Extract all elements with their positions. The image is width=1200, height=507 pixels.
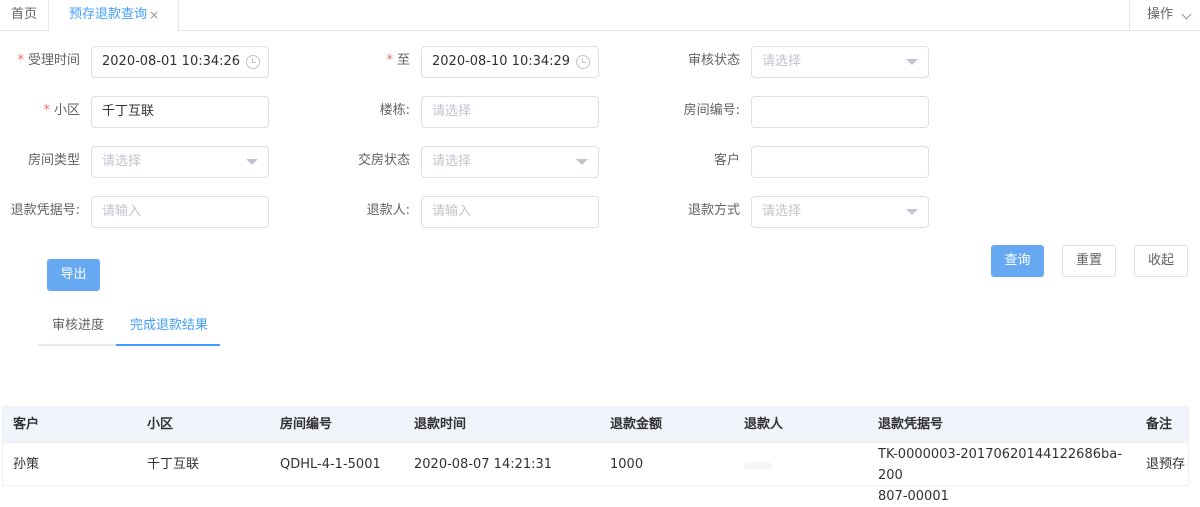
cell-refund-amount: 1000	[610, 457, 644, 472]
header-customer: 客户	[13, 417, 40, 432]
table-header: 客户 小区 房间编号 退款时间 退款金额 退款人 退款凭据号 备注	[3, 407, 1188, 443]
operations-label: 操作	[1147, 7, 1174, 22]
caret-down-icon	[906, 209, 918, 215]
refund-method-select[interactable]: 请选择	[751, 196, 929, 228]
tab-audit-progress[interactable]: 审核进度	[52, 311, 104, 344]
caret-down-icon	[906, 59, 918, 65]
tab-refund-result[interactable]: 完成退款结果	[116, 311, 220, 346]
close-icon[interactable]: ×	[149, 0, 159, 30]
community-label: * 小区	[43, 103, 80, 118]
voucher-no-label: 退款凭据号:	[10, 203, 80, 218]
reset-button[interactable]: 重置	[1062, 245, 1116, 277]
header-refunder: 退款人	[744, 417, 784, 432]
cell-remark: 退预存	[1146, 457, 1186, 472]
refunder-label: 退款人:	[366, 203, 410, 218]
refund-method-label: 退款方式	[687, 203, 740, 218]
to-label: * 至	[386, 53, 410, 68]
handover-status-select[interactable]: 请选择	[421, 146, 599, 178]
collapse-button[interactable]: 收起	[1134, 245, 1188, 277]
room-type-label: 房间类型	[27, 153, 80, 168]
building-input[interactable]: 请选择	[421, 96, 599, 128]
cell-community: 千丁互联	[147, 457, 200, 472]
header-room-no: 房间编号	[280, 417, 333, 432]
handover-status-label: 交房状态	[357, 153, 410, 168]
tab-home[interactable]: 首页	[0, 0, 49, 31]
tab-bar: 首页 预存退款查询 × 操作	[0, 0, 1200, 32]
clock-icon	[576, 55, 590, 69]
header-refund-time: 退款时间	[414, 417, 467, 432]
accept-time-start-input[interactable]: 2020-08-01 10:34:26	[91, 46, 269, 78]
tab-prepaid-refund-query[interactable]: 预存退款查询 ×	[49, 0, 179, 32]
export-button[interactable]: 导出	[47, 259, 100, 291]
refunder-input[interactable]: 请输入	[421, 196, 599, 228]
room-no-input[interactable]	[751, 96, 929, 128]
voucher-no-input[interactable]: 请输入	[91, 196, 269, 228]
header-voucher-no: 退款凭据号	[878, 417, 944, 432]
audit-status-label: 审核状态	[687, 53, 740, 68]
header-remark: 备注	[1146, 417, 1173, 432]
chevron-down-icon	[1181, 9, 1192, 20]
cell-refund-time: 2020-08-07 14:21:31	[414, 457, 553, 472]
room-type-select[interactable]: 请选择	[91, 146, 269, 178]
accept-time-end-input[interactable]: 2020-08-10 10:34:29	[421, 46, 599, 78]
result-tabs: 审核进度 完成退款结果	[38, 311, 220, 346]
building-label: 楼栋:	[379, 103, 410, 118]
refund-table: 客户 小区 房间编号 退款时间 退款金额 退款人 退款凭据号 备注 孙策 千丁互…	[2, 406, 1189, 504]
operations-menu[interactable]: 操作	[1129, 0, 1200, 31]
customer-input[interactable]	[751, 146, 929, 178]
query-button[interactable]: 查询	[991, 245, 1044, 277]
accept-time-label: * 受理时间	[17, 53, 80, 68]
caret-down-icon	[246, 159, 258, 165]
caret-down-icon	[576, 159, 588, 165]
community-input[interactable]: 千丁互联	[91, 96, 269, 128]
tab-label: 预存退款查询	[69, 7, 148, 22]
room-no-label: 房间编号:	[683, 103, 740, 118]
cell-voucher-no: TK-0000003-20170620144122686ba-200 807-0…	[878, 447, 1122, 504]
clock-icon	[246, 55, 260, 69]
header-refund-amount: 退款金额	[610, 417, 663, 432]
header-community: 小区	[147, 417, 174, 432]
customer-label: 客户	[713, 153, 740, 168]
cell-room-no: QDHL-4-1-5001	[280, 457, 381, 472]
redacted-refunder	[744, 462, 772, 470]
table-row[interactable]: 孙策 千丁互联 QDHL-4-1-5001 2020-08-07 14:21:3…	[3, 444, 1188, 504]
cell-customer: 孙策	[13, 457, 40, 472]
audit-status-select[interactable]: 请选择	[751, 46, 929, 78]
